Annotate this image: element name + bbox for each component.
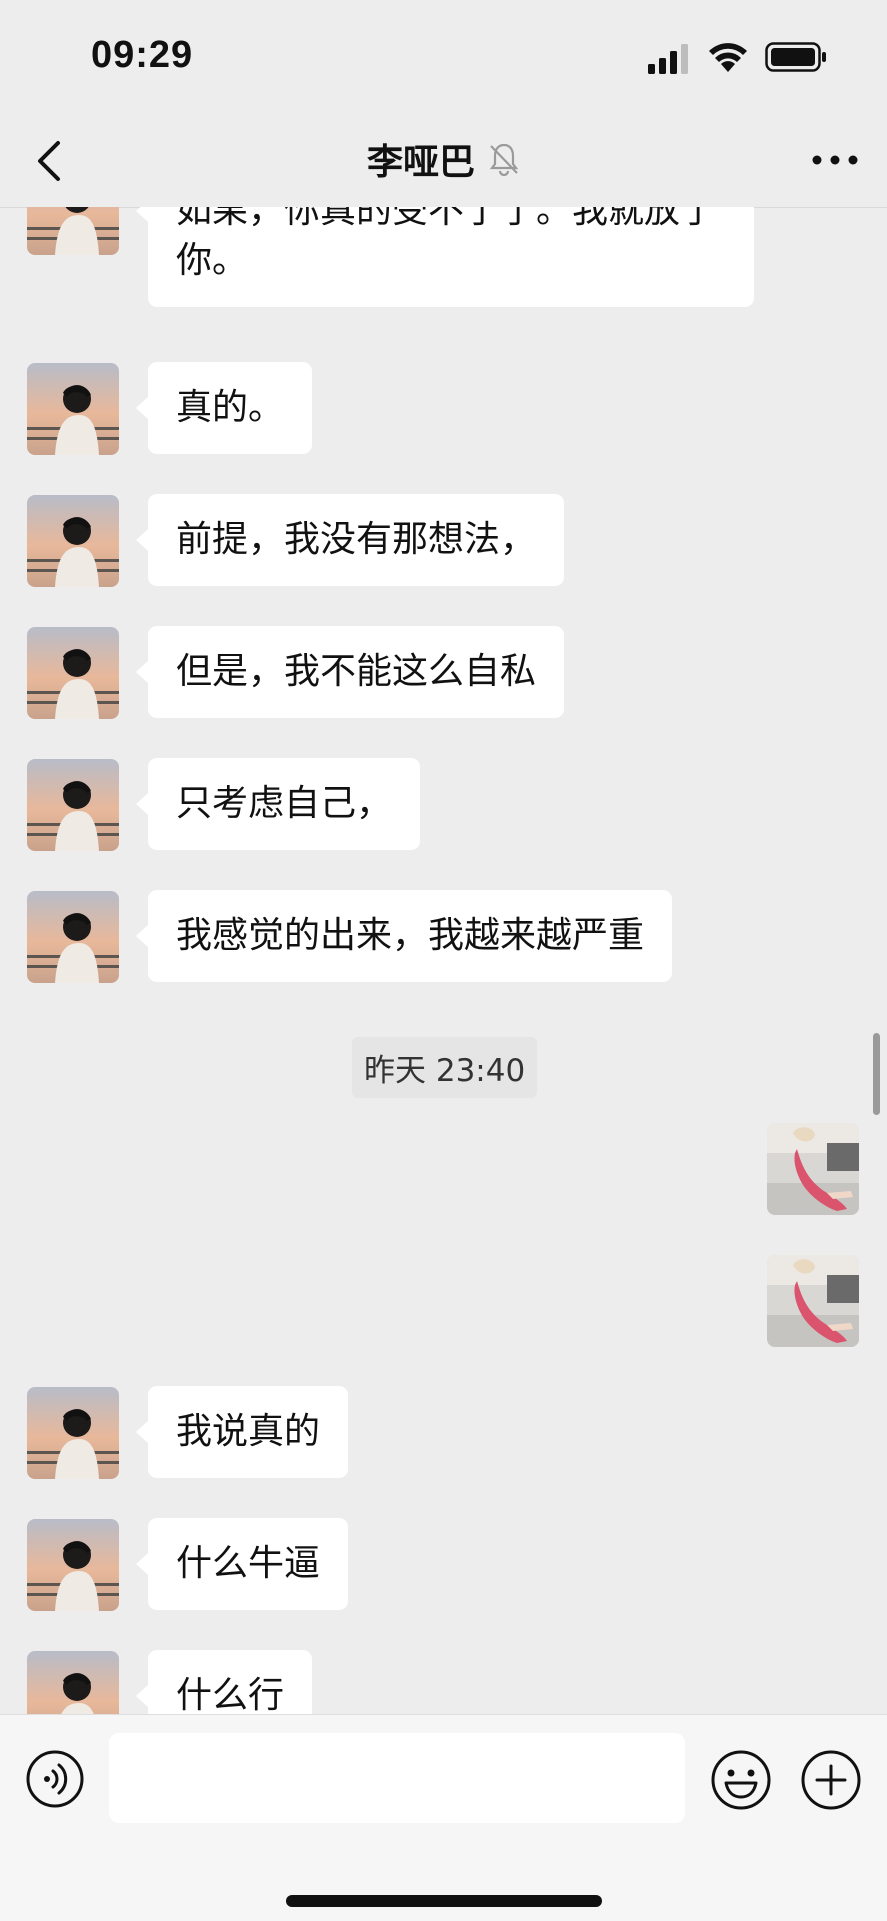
input-bar — [0, 1714, 887, 1921]
message-bubble[interactable]: 前提，我没有那想法， — [135, 494, 565, 586]
contact-avatar[interactable] — [27, 891, 119, 983]
message-bubble[interactable]: 只考虑自己， — [135, 758, 421, 850]
battery-icon — [765, 42, 826, 72]
message-input[interactable] — [109, 1733, 685, 1823]
message-bubble[interactable]: 如果，你真的受不了了。我就放了你。 — [136, 207, 754, 307]
contact-avatar[interactable] — [27, 1387, 119, 1479]
contact-avatar[interactable] — [27, 495, 119, 587]
more-dots-icon[interactable] — [811, 145, 859, 175]
timestamp-separator: 昨天 23:40 — [352, 1037, 538, 1098]
message-bubble[interactable]: 什么行 — [135, 1650, 313, 1714]
self-avatar[interactable] — [767, 1255, 859, 1347]
message-bubble[interactable]: 我说真的 — [135, 1386, 349, 1478]
contact-avatar[interactable] — [27, 207, 119, 255]
voice-icon[interactable] — [25, 1749, 85, 1809]
home-indicator[interactable] — [286, 1895, 602, 1907]
emoji-icon[interactable] — [710, 1749, 772, 1811]
self-avatar[interactable] — [767, 1123, 859, 1215]
scrollbar-thumb[interactable] — [873, 1033, 880, 1115]
message-bubble[interactable]: 我感觉的出来，我越来越严重 — [135, 890, 673, 982]
message-bubble[interactable]: 真的。 — [135, 362, 313, 454]
status-time: 09:29 — [91, 34, 194, 76]
plus-icon[interactable] — [800, 1749, 862, 1811]
chat-title: 李哑巴 — [366, 142, 475, 183]
message-bubble[interactable]: 什么牛逼 — [135, 1518, 349, 1610]
contact-avatar[interactable] — [27, 1519, 119, 1611]
chat-header: 李哑巴 — [0, 115, 887, 208]
contact-avatar[interactable] — [27, 759, 119, 851]
message-list[interactable]: 如果，你真的受不了了。我就放了你。 真的。 前提，我没有那想法， 但是，我不能这… — [0, 207, 887, 1714]
message-bubble[interactable]: 但是，我不能这么自私 — [135, 626, 565, 718]
status-bar: 09:29 — [0, 0, 887, 115]
contact-avatar[interactable] — [27, 363, 119, 455]
contact-avatar[interactable] — [27, 1651, 119, 1714]
header-title-wrap: 李哑巴 — [0, 133, 887, 185]
contact-avatar[interactable] — [27, 627, 119, 719]
wifi-icon — [709, 43, 747, 72]
bell-off-icon — [489, 143, 519, 176]
cellular-signal-icon — [648, 44, 688, 74]
